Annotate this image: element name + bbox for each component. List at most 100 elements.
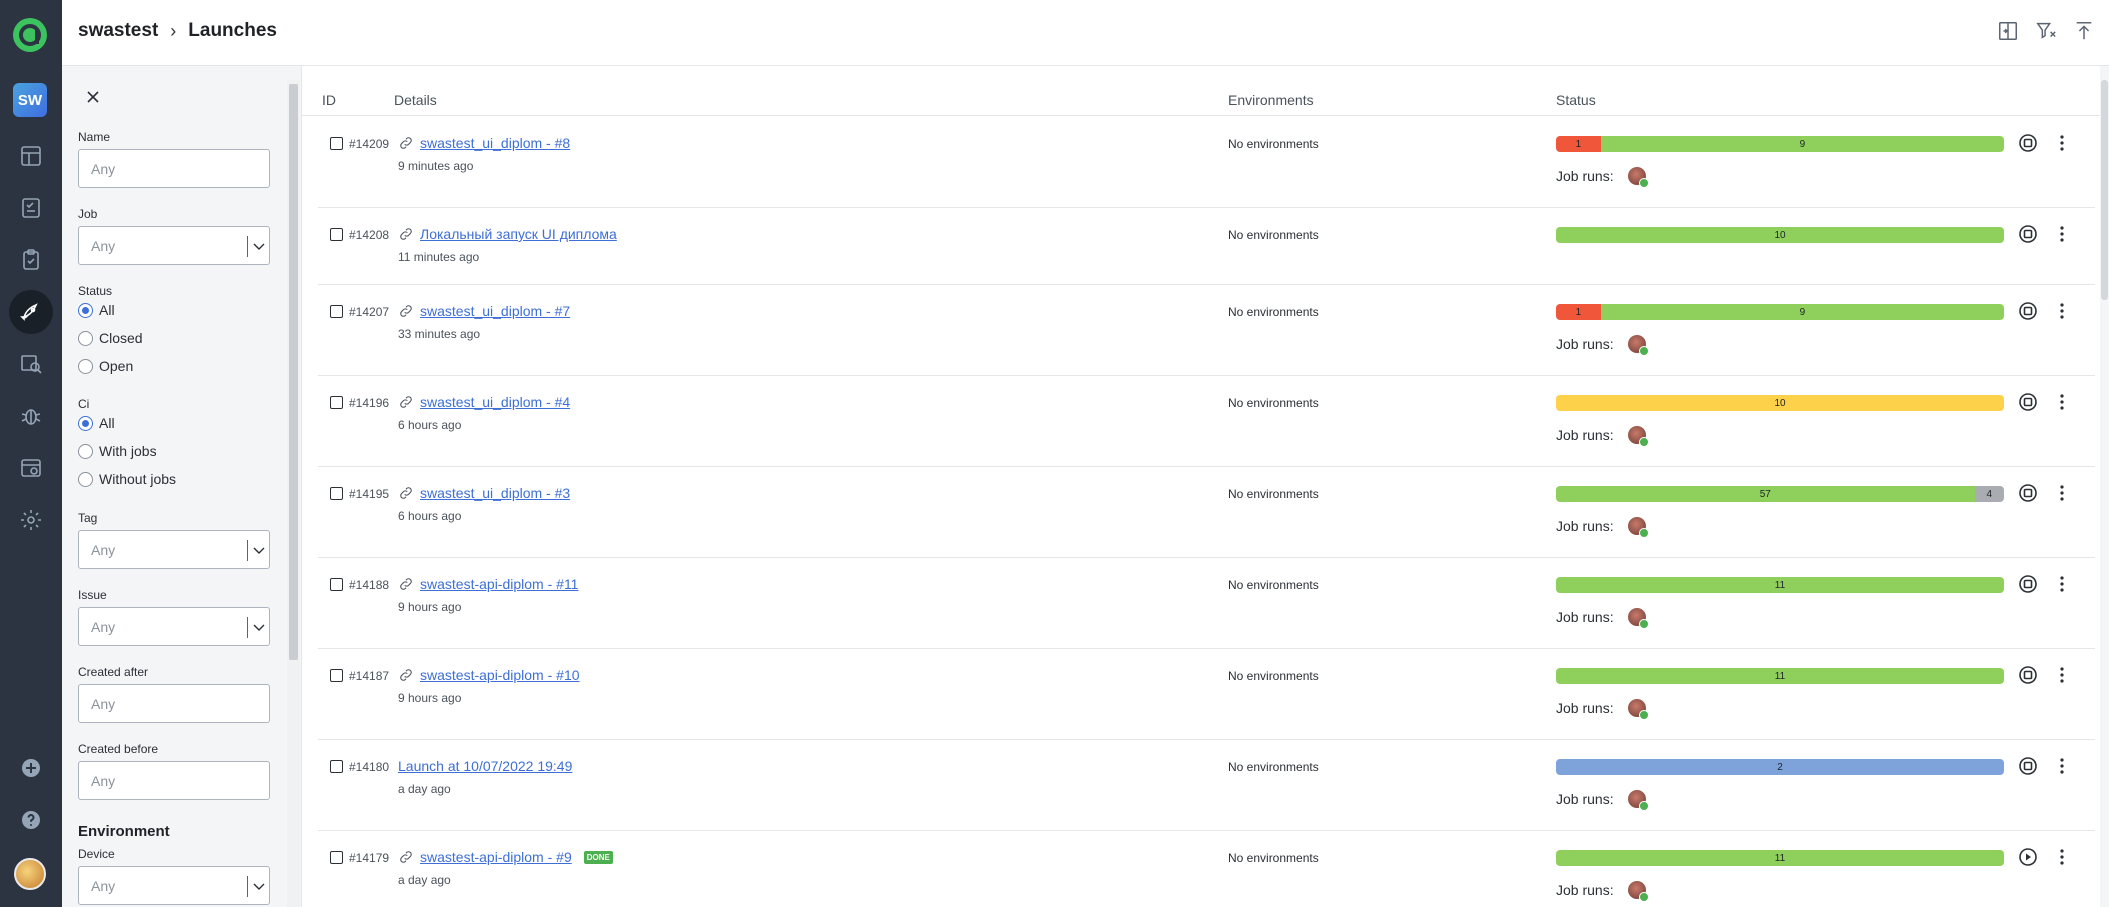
help-icon[interactable] xyxy=(9,798,53,842)
row-checkbox[interactable] xyxy=(330,305,343,318)
stop-icon[interactable] xyxy=(2018,483,2038,503)
row-checkbox[interactable] xyxy=(330,228,343,241)
app-logo-icon[interactable] xyxy=(12,17,48,53)
status-radio-open[interactable]: Open xyxy=(78,358,133,374)
defects-nav-icon[interactable] xyxy=(9,394,53,438)
launch-link[interactable]: Локальный запуск UI диплома xyxy=(398,226,617,242)
filter-scrollbar[interactable] xyxy=(287,80,300,907)
dashboard-nav-icon[interactable] xyxy=(9,134,53,178)
jobs-nav-icon[interactable] xyxy=(9,446,53,490)
stop-icon[interactable] xyxy=(2018,392,2038,412)
user-avatar[interactable] xyxy=(1627,699,1649,720)
launches-nav-icon[interactable] xyxy=(9,290,53,334)
breadcrumb-project[interactable]: swastest xyxy=(78,20,158,42)
launch-link[interactable]: swastest-api-diplom - #10 xyxy=(398,667,580,683)
status-bar[interactable]: 19 xyxy=(1556,136,2004,152)
column-environments[interactable]: Environments xyxy=(1228,92,1314,108)
status-bar-segment[interactable]: 10 xyxy=(1556,395,2004,411)
more-options-icon[interactable] xyxy=(2052,756,2072,776)
more-options-icon[interactable] xyxy=(2052,133,2072,153)
status-bar[interactable]: 11 xyxy=(1556,668,2004,684)
status-bar-segment[interactable]: 11 xyxy=(1556,850,2004,866)
status-bar[interactable]: 2 xyxy=(1556,759,2004,775)
user-avatar[interactable] xyxy=(1627,608,1649,629)
launch-link[interactable]: swastest-api-diplom - #11 xyxy=(398,576,578,592)
analytics-nav-icon[interactable] xyxy=(9,342,53,386)
user-avatar[interactable] xyxy=(14,858,46,890)
status-radio-all[interactable]: All xyxy=(78,302,115,318)
more-options-icon[interactable] xyxy=(2052,847,2072,867)
name-filter-input[interactable]: Any xyxy=(78,149,270,188)
status-bar-segment[interactable]: 11 xyxy=(1556,668,2004,684)
stop-icon[interactable] xyxy=(2018,301,2038,321)
table-scrollbar[interactable] xyxy=(2100,66,2109,907)
stop-icon[interactable] xyxy=(2018,756,2038,776)
status-bar-segment[interactable]: 57 xyxy=(1556,486,1975,502)
row-checkbox[interactable] xyxy=(330,851,343,864)
launch-name[interactable]: swastest_ui_diplom - #4 xyxy=(420,394,570,410)
add-icon[interactable] xyxy=(9,746,53,790)
clear-filter-icon[interactable] xyxy=(2035,20,2057,42)
row-checkbox[interactable] xyxy=(330,578,343,591)
launch-name[interactable]: swastest_ui_diplom - #3 xyxy=(420,485,570,501)
settings-nav-icon[interactable] xyxy=(9,498,53,542)
project-avatar[interactable]: SW xyxy=(13,83,47,117)
status-bar[interactable]: 10 xyxy=(1556,227,2004,243)
chevron-down-icon[interactable] xyxy=(247,617,269,638)
stop-icon[interactable] xyxy=(2018,665,2038,685)
device-filter-select[interactable]: Any xyxy=(78,866,270,905)
user-avatar[interactable] xyxy=(1627,517,1649,538)
chevron-down-icon[interactable] xyxy=(247,540,269,561)
status-bar[interactable]: 11 xyxy=(1556,577,2004,593)
launch-link[interactable]: swastest-api-diplom - #9 DONE xyxy=(398,849,613,865)
status-bar-segment[interactable]: 1 xyxy=(1556,304,1601,320)
created-after-input[interactable]: Any xyxy=(78,684,270,723)
stop-icon[interactable] xyxy=(2018,224,2038,244)
status-bar-segment[interactable]: 9 xyxy=(1600,136,2004,152)
launch-link[interactable]: Launch at 10/07/2022 19:49 xyxy=(398,758,572,774)
ci-radio-with-jobs[interactable]: With jobs xyxy=(78,443,157,459)
status-radio-closed[interactable]: Closed xyxy=(78,330,143,346)
status-bar-segment[interactable]: 1 xyxy=(1556,136,1601,152)
close-icon[interactable] xyxy=(86,90,100,104)
stop-icon[interactable] xyxy=(2018,574,2038,594)
job-filter-select[interactable]: Any xyxy=(78,226,270,265)
more-options-icon[interactable] xyxy=(2052,574,2072,594)
user-avatar[interactable] xyxy=(1627,790,1649,811)
row-checkbox[interactable] xyxy=(330,396,343,409)
row-checkbox[interactable] xyxy=(330,669,343,682)
scroll-top-icon[interactable] xyxy=(2073,20,2095,42)
launch-name[interactable]: Launch at 10/07/2022 19:49 xyxy=(398,758,572,774)
stop-icon[interactable] xyxy=(2018,133,2038,153)
tag-filter-select[interactable]: Any xyxy=(78,530,270,569)
more-options-icon[interactable] xyxy=(2052,665,2072,685)
more-options-icon[interactable] xyxy=(2052,224,2072,244)
compare-icon[interactable] xyxy=(1997,20,2019,42)
status-bar-segment[interactable]: 11 xyxy=(1556,577,2004,593)
table-scrollbar-thumb[interactable] xyxy=(2101,80,2108,300)
status-bar[interactable]: 11 xyxy=(1556,850,2004,866)
status-bar-segment[interactable]: 4 xyxy=(1974,486,2004,502)
column-details[interactable]: Details xyxy=(394,92,437,108)
user-avatar[interactable] xyxy=(1627,881,1649,902)
launch-name[interactable]: swastest-api-diplom - #9 xyxy=(420,849,572,865)
row-checkbox[interactable] xyxy=(330,487,343,500)
launch-name[interactable]: swastest-api-diplom - #11 xyxy=(420,576,578,592)
more-options-icon[interactable] xyxy=(2052,301,2072,321)
status-bar[interactable]: 19 xyxy=(1556,304,2004,320)
test-cases-nav-icon[interactable] xyxy=(9,238,53,282)
more-options-icon[interactable] xyxy=(2052,483,2072,503)
launch-name[interactable]: swastest-api-diplom - #10 xyxy=(420,667,580,683)
play-icon[interactable] xyxy=(2018,847,2038,867)
filter-scrollbar-thumb[interactable] xyxy=(289,84,298,660)
chevron-down-icon[interactable] xyxy=(247,876,269,897)
launch-link[interactable]: swastest_ui_diplom - #4 xyxy=(398,394,570,410)
ci-radio-without-jobs[interactable]: Without jobs xyxy=(78,471,176,487)
row-checkbox[interactable] xyxy=(330,760,343,773)
more-options-icon[interactable] xyxy=(2052,392,2072,412)
column-id[interactable]: ID xyxy=(322,92,336,108)
ci-radio-all[interactable]: All xyxy=(78,415,115,431)
launch-name[interactable]: swastest_ui_diplom - #8 xyxy=(420,135,570,151)
launch-link[interactable]: swastest_ui_diplom - #3 xyxy=(398,485,570,501)
issue-filter-select[interactable]: Any xyxy=(78,607,270,646)
